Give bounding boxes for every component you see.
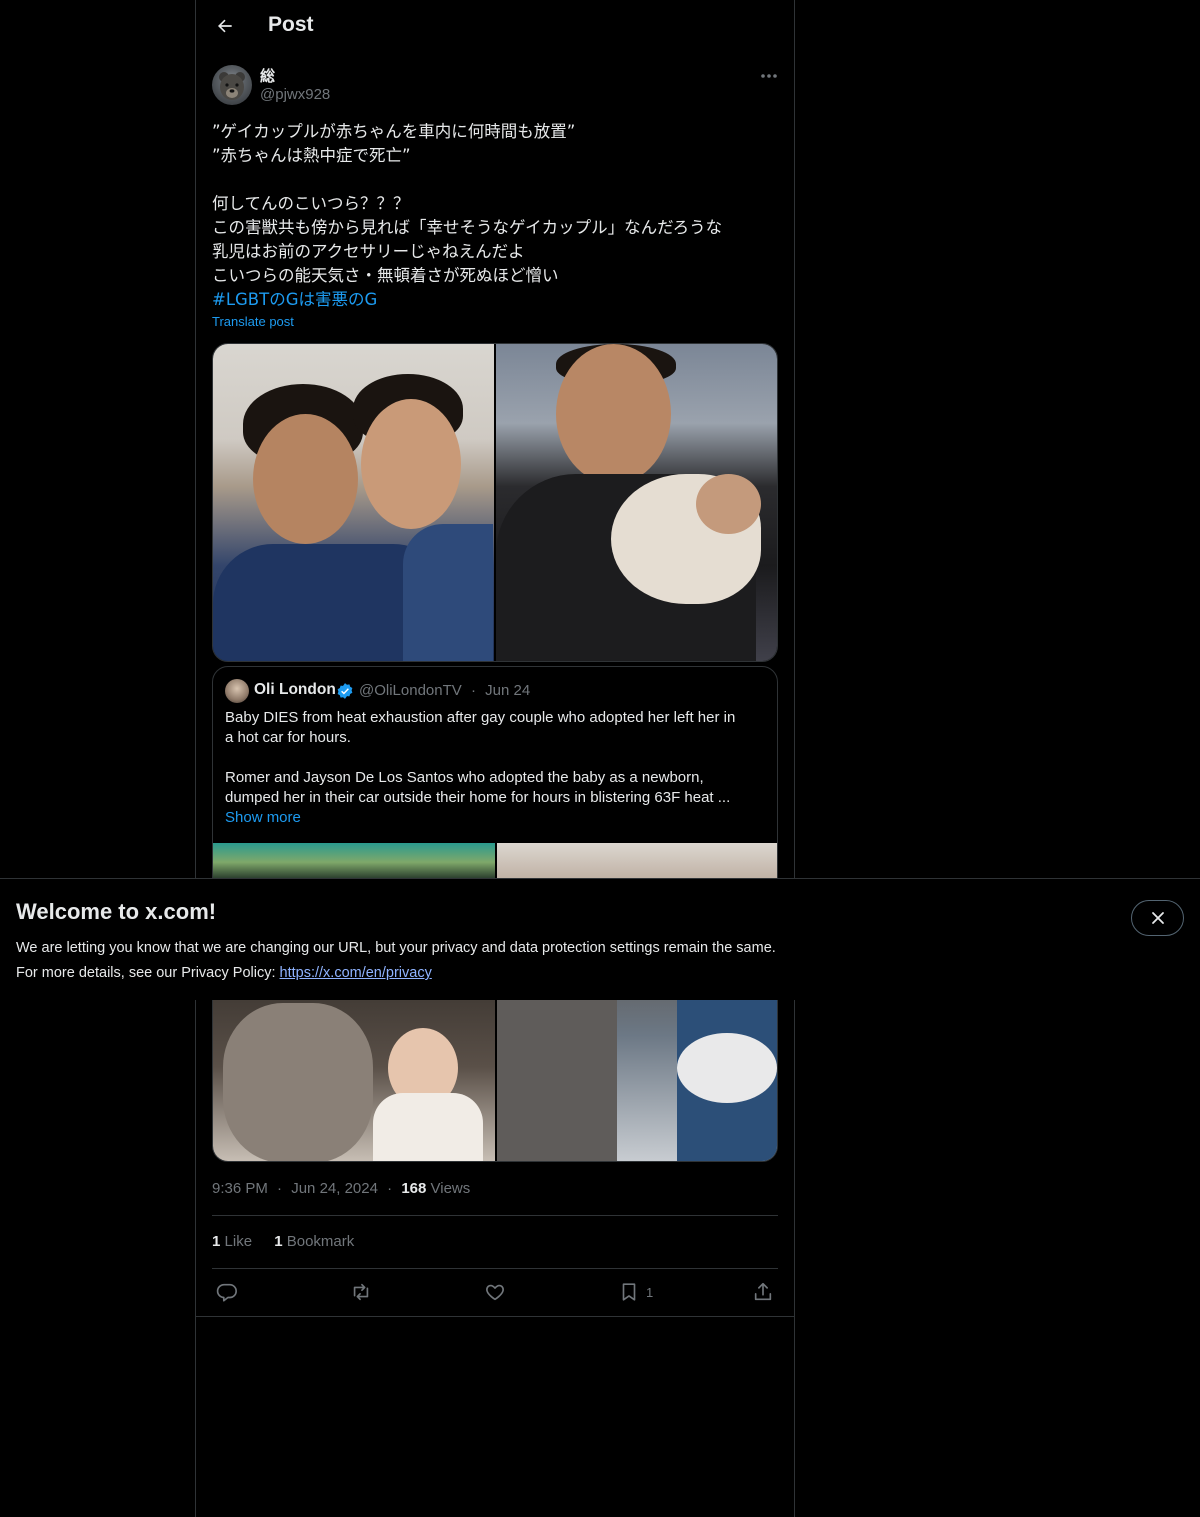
separator-dot: · [387, 1180, 393, 1197]
banner-line-prefix: For more details, see our Privacy Policy… [16, 965, 280, 981]
quoted-blank-line [225, 748, 767, 768]
bookmark-count: 1 [646, 1284, 654, 1300]
author-name[interactable]: 総 [260, 65, 275, 86]
post-line: この害獣共も傍から見れば「幸せそうなゲイカップル」なんだろうな [212, 218, 723, 237]
divider [212, 1215, 778, 1216]
hashtag-link[interactable]: #LGBTのGは害悪のG [212, 288, 778, 312]
author-avatar[interactable] [212, 65, 252, 105]
photo-baby-outfit [373, 1093, 483, 1161]
welcome-banner: Welcome to x.com! We are letting you kno… [0, 878, 1200, 1000]
bookmark-button[interactable]: 1 [618, 1278, 653, 1306]
quoted-line: Baby DIES from heat exhaustion after gay… [225, 709, 736, 726]
likes-count: 1 [212, 1233, 221, 1250]
reply-button[interactable] [216, 1278, 238, 1306]
verified-badge-icon [337, 683, 353, 699]
privacy-policy-link[interactable]: https://x.com/en/privacy [280, 965, 432, 981]
engagement-stats: 1 Like 1 Bookmark [212, 1233, 372, 1250]
like-button[interactable] [484, 1278, 506, 1306]
bear-avatar-icon [219, 72, 245, 100]
likes-label: Like [224, 1233, 253, 1250]
heart-icon [486, 1284, 504, 1301]
bookmarks-label: Bookmark [286, 1233, 355, 1250]
divider [212, 1268, 778, 1269]
back-button[interactable] [208, 9, 242, 43]
post-line: ”ゲイカップルが赤ちゃんを車内に何時間も放置” [212, 122, 576, 141]
post-date[interactable]: Jun 24, 2024 [291, 1180, 378, 1197]
photo-shirt [403, 524, 493, 661]
banner-text: We are letting you know that we are chan… [16, 936, 776, 986]
post-media-grid [212, 343, 778, 662]
share-button[interactable] [752, 1278, 774, 1306]
more-dots-icon [761, 74, 777, 78]
banner-line: For more details, see our Privacy Policy… [16, 961, 776, 986]
post-blank-line [212, 168, 778, 192]
post-line: 何してんのこいつら？？？ [212, 194, 410, 213]
quoted-line: Romer and Jayson De Los Santos who adopt… [225, 769, 704, 786]
post-text: ”ゲイカップルが赤ちゃんを車内に何時間も放置” ”赤ちゃんは熱中症で死亡” 何し… [212, 120, 778, 312]
more-options-button[interactable] [756, 66, 782, 86]
post-photo[interactable] [496, 344, 777, 661]
quoted-post-text: Baby DIES from heat exhaustion after gay… [225, 708, 767, 828]
author-handle[interactable]: @pjwx928 [260, 86, 330, 103]
repost-button[interactable] [350, 1278, 372, 1306]
bookmarks-stat[interactable]: 1 Bookmark [274, 1233, 354, 1250]
post-time[interactable]: 9:36 PM [212, 1180, 268, 1197]
quoted-author-avatar [225, 679, 249, 703]
post-line: 乳児はお前のアクセサリーじゃねえんだよ [212, 242, 525, 261]
photo-shirt [497, 993, 617, 1161]
post-bottom-border [196, 1316, 794, 1317]
separator-dot: · [470, 682, 476, 699]
share-icon [754, 1282, 772, 1301]
arrow-left-icon [218, 19, 232, 33]
primary-column: Post 総 @pjwx928 ”ゲイカップルが赤ちゃんを車内に何時間も放置” … [195, 0, 795, 1517]
photo-baby-face [696, 474, 761, 534]
separator-dot: · [277, 1180, 283, 1197]
quoted-post-date: Jun 24 [485, 682, 531, 699]
action-bar: 1 [212, 1278, 778, 1306]
quoted-author-meta: @OliLondonTV · Jun 24 [359, 682, 530, 699]
photo-face [253, 414, 358, 544]
reply-icon [216, 1283, 237, 1302]
translate-post-link[interactable]: Translate post [212, 314, 294, 329]
photo-face [361, 399, 461, 529]
repost-icon [353, 1283, 369, 1301]
page-header: Post [196, 0, 794, 53]
banner-line: We are letting you know that we are chan… [16, 940, 776, 956]
page-title: Post [268, 13, 314, 36]
likes-stat[interactable]: 1 Like [212, 1233, 252, 1250]
post-meta: 9:36 PM · Jun 24, 2024 · 168 Views [212, 1180, 470, 1197]
banner-close-button[interactable] [1131, 900, 1184, 936]
post-line: ”赤ちゃんは熱中症で死亡” [212, 146, 411, 165]
show-more-link[interactable]: Show more [225, 808, 767, 828]
close-icon [1151, 912, 1164, 924]
photo-baby-blanket [677, 1033, 777, 1103]
photo-blanket [223, 1003, 373, 1161]
quoted-line: dumped her in their car outside their ho… [225, 789, 731, 806]
quoted-author-name: Oli London [254, 681, 336, 698]
post-line: こいつらの能天気さ・無頓着さが死ぬほど憎い [212, 266, 559, 285]
bookmarks-count: 1 [274, 1233, 283, 1250]
quoted-line: a hot car for hours. [225, 729, 351, 746]
quoted-author-handle: @OliLondonTV [359, 682, 462, 699]
views-label: Views [430, 1180, 471, 1197]
post-photo[interactable] [213, 344, 494, 661]
views-count: 168 [401, 1180, 427, 1197]
bookmark-icon [622, 1283, 636, 1301]
banner-title: Welcome to x.com! [16, 899, 217, 924]
photo-face [556, 344, 671, 484]
